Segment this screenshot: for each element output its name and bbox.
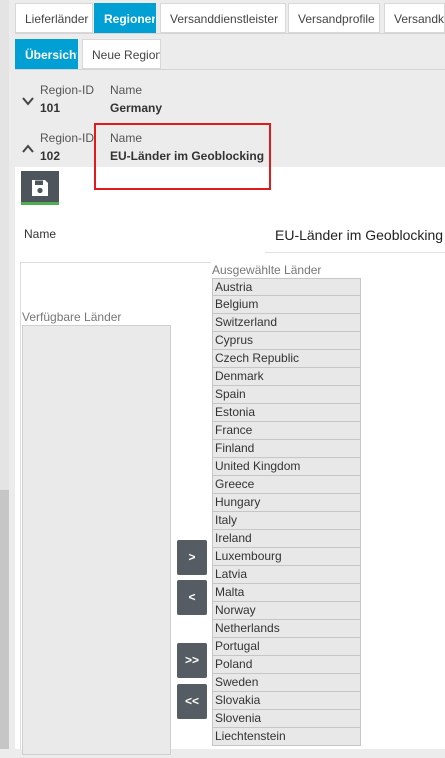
move-all-right-button[interactable]: >> <box>177 643 207 678</box>
list-frame-edge <box>20 262 21 749</box>
selected-country-item[interactable]: Latvia <box>212 566 361 584</box>
available-countries-list[interactable] <box>22 325 171 755</box>
selected-country-item[interactable]: Slovenia <box>212 710 361 728</box>
selected-country-item[interactable]: Malta <box>212 584 361 602</box>
selected-country-item[interactable]: Norway <box>212 602 361 620</box>
selected-country-item[interactable]: France <box>212 422 361 440</box>
selected-country-item[interactable]: Liechtenstein <box>212 728 361 746</box>
tab-versanddienstleister[interactable]: Versanddienstleister <box>160 3 286 33</box>
name-field-label: Name <box>24 227 57 241</box>
selected-country-item[interactable]: Netherlands <box>212 620 361 638</box>
move-right-button[interactable]: > <box>177 540 207 575</box>
region-id-label: Region-ID <box>40 83 95 97</box>
tab-neue-region[interactable]: Neue Region <box>82 39 161 69</box>
selected-country-item[interactable]: Spain <box>212 386 361 404</box>
name-input[interactable]: EU-Länder im Geoblocking <box>275 227 443 243</box>
selected-country-item[interactable]: Greece <box>212 476 361 494</box>
selected-country-item[interactable]: Ireland <box>212 530 361 548</box>
selected-country-item[interactable]: Poland <box>212 656 361 674</box>
tab-regionen[interactable]: Regionen <box>94 3 156 33</box>
selected-country-item[interactable]: Hungary <box>212 494 361 512</box>
divider <box>15 69 445 70</box>
selected-country-item[interactable]: Cyprus <box>212 332 361 350</box>
main-tabs: Lieferländer Regionen Versanddienstleist… <box>15 3 445 33</box>
selected-country-item[interactable]: Estonia <box>212 404 361 422</box>
save-button[interactable] <box>21 171 59 205</box>
scrollbar-track[interactable] <box>0 0 9 749</box>
divider <box>15 33 445 34</box>
selected-country-item[interactable]: United Kingdom <box>212 458 361 476</box>
region-id-value: 101 <box>40 101 61 115</box>
chevron-up-icon[interactable] <box>22 143 34 155</box>
selected-country-item[interactable]: Italy <box>212 512 361 530</box>
region-row-101[interactable]: Region-ID 101 Name Germany <box>15 83 445 127</box>
region-id-value: 102 <box>40 149 61 163</box>
chevron-down-icon[interactable] <box>22 95 34 107</box>
selected-country-item[interactable]: Denmark <box>212 368 361 386</box>
move-all-left-button[interactable]: << <box>177 684 207 719</box>
scrollbar-thumb[interactable] <box>0 490 9 749</box>
list-frame-edge <box>20 262 211 263</box>
selected-country-item[interactable]: Slovakia <box>212 692 361 710</box>
region-name-label: Name <box>110 83 143 97</box>
selected-country-item[interactable]: Czech Republic <box>212 350 361 368</box>
tab-versandkosten[interactable]: Versandkoste <box>384 3 445 33</box>
tab-uebersicht[interactable]: Übersicht <box>15 39 78 69</box>
region-id-label: Region-ID <box>40 131 95 145</box>
region-name-value: Germany <box>110 101 163 115</box>
selected-country-item[interactable]: Luxembourg <box>212 548 361 566</box>
floppy-disk-icon <box>32 180 48 196</box>
selected-country-item[interactable]: Sweden <box>212 674 361 692</box>
selected-country-item[interactable]: Portugal <box>212 638 361 656</box>
available-countries-label: Verfügbare Länder <box>22 310 122 324</box>
selected-countries-list[interactable]: Austria Belgium Switzerland Cyprus Czech Rep… <box>212 278 361 758</box>
selected-country-item[interactable]: Finland <box>212 440 361 458</box>
selected-country-item[interactable]: Belgium <box>212 296 361 314</box>
selected-country-item[interactable]: Switzerland <box>212 314 361 332</box>
sub-tabs: Übersicht Neue Region <box>15 39 445 69</box>
name-input-underline <box>265 252 445 253</box>
region-edit-panel: Name EU-Länder im Geoblocking Verfügbare… <box>15 167 445 755</box>
move-left-button[interactable]: < <box>177 580 207 615</box>
highlight-annotation <box>94 123 271 190</box>
selected-countries-label: Ausgewählte Länder <box>212 263 322 277</box>
tab-versandprofile[interactable]: Versandprofile <box>288 3 380 33</box>
tab-lieferlaender[interactable]: Lieferländer <box>15 3 93 33</box>
selected-country-item[interactable]: Austria <box>212 278 361 296</box>
